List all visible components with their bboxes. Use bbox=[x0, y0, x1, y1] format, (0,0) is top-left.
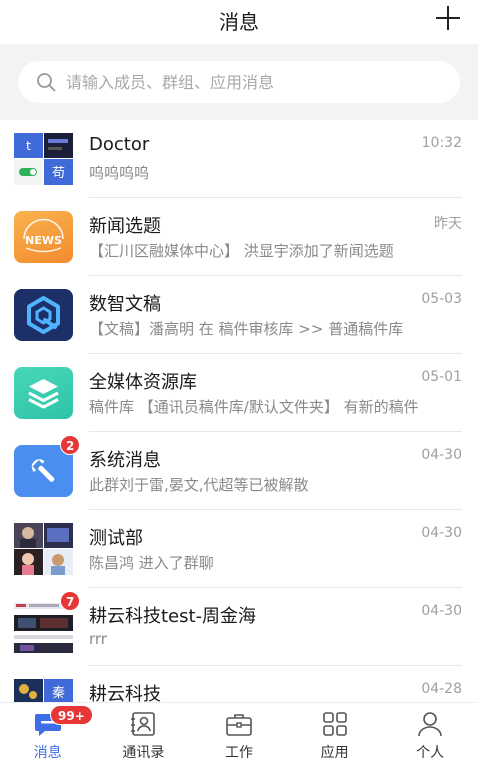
conversation-preview: 呜呜呜呜 bbox=[89, 164, 150, 182]
unread-count-badge: 99+ bbox=[50, 705, 93, 725]
conversation-name: Doctor bbox=[89, 134, 150, 155]
conversation-item[interactable]: 秦 耕云科技 04-28 bbox=[0, 666, 478, 702]
conversation-name: 耕云科技test-周金海 bbox=[89, 606, 257, 627]
conversation-time: 05-03 bbox=[421, 291, 462, 307]
conversation-item[interactable]: 7 耕云科技test-周金海 04-30 rrr bbox=[0, 588, 478, 666]
conversation-preview: 此群刘于雷,晏文,代超等已被解散 bbox=[89, 476, 309, 494]
avatar-char: 秦 bbox=[52, 686, 65, 701]
unread-badge: 7 bbox=[60, 591, 81, 611]
tab-apps[interactable]: 应用 bbox=[287, 703, 383, 768]
tab-work[interactable]: 工作 bbox=[191, 703, 287, 768]
page-title: 消息 bbox=[219, 10, 259, 34]
conversation-time: 04-30 bbox=[421, 603, 462, 619]
conversation-time: 04-30 bbox=[421, 525, 462, 541]
tab-messages[interactable]: 99+ 消息 bbox=[0, 703, 96, 768]
conversation-preview: rrr bbox=[89, 630, 107, 648]
unread-badge: 2 bbox=[60, 435, 81, 455]
bottom-tab-bar: 99+ 消息 通讯录 工作 应用 个人 bbox=[0, 702, 478, 768]
search-input[interactable] bbox=[66, 61, 446, 103]
conversation-preview: 【文稿】潘高明 在 稿件审核库 >> 普通稿件库 bbox=[89, 320, 404, 338]
tab-contacts[interactable]: 通讯录 bbox=[96, 703, 192, 768]
conversation-name: 数智文稿 bbox=[89, 294, 161, 315]
conversation-time: 04-28 bbox=[421, 681, 462, 697]
tab-label: 应用 bbox=[320, 745, 349, 761]
layers-app-icon bbox=[14, 367, 73, 419]
group-avatar: t 苟 bbox=[14, 133, 73, 185]
search-bar[interactable] bbox=[18, 61, 460, 103]
search-area bbox=[0, 44, 478, 120]
tab-label: 个人 bbox=[416, 745, 445, 761]
conversation-item[interactable]: 2 系统消息 04-30 此群刘于雷,晏文,代超等已被解散 bbox=[0, 432, 478, 510]
conversation-time: 04-30 bbox=[421, 447, 462, 463]
manuscript-app-icon bbox=[14, 289, 73, 341]
conversation-preview: 陈昌鸿 进入了群聊 bbox=[89, 554, 214, 572]
conversation-item[interactable]: 测试部 04-30 陈昌鸿 进入了群聊 bbox=[0, 510, 478, 588]
avatar-text: NEWS bbox=[25, 234, 62, 247]
search-icon bbox=[37, 73, 56, 92]
add-icon[interactable] bbox=[436, 6, 460, 30]
group-avatar: 秦 bbox=[14, 679, 73, 702]
top-bar: 消息 bbox=[0, 0, 478, 44]
conversation-preview: 稿件库 【通讯员稿件库/默认文件夹】 有新的稿件 bbox=[89, 398, 419, 416]
conversation-item[interactable]: t 苟 Doctor 10:32 呜呜呜呜 bbox=[0, 120, 478, 198]
conversation-time: 05-01 bbox=[421, 369, 462, 385]
conversation-name: 耕云科技 bbox=[89, 684, 161, 702]
conversation-item[interactable]: 数智文稿 05-03 【文稿】潘高明 在 稿件审核库 >> 普通稿件库 bbox=[0, 276, 478, 354]
avatar-char: t bbox=[26, 139, 31, 153]
conversation-item[interactable]: NEWS 新闻选题 昨天 【汇川区融媒体中心】 洪显宇添加了新闻选题 bbox=[0, 198, 478, 276]
tab-label: 工作 bbox=[224, 745, 253, 761]
conversation-list: t 苟 Doctor 10:32 呜呜呜呜 NEWS 新闻选题 昨天 【汇川区融… bbox=[0, 120, 478, 702]
avatar-char: 苟 bbox=[52, 166, 65, 181]
contacts-book-icon bbox=[131, 712, 156, 736]
conversation-name: 新闻选题 bbox=[89, 216, 161, 237]
group-avatar: 7 bbox=[14, 591, 81, 653]
conversation-time: 昨天 bbox=[434, 216, 462, 232]
group-avatar bbox=[14, 523, 73, 575]
conversation-time: 10:32 bbox=[421, 135, 462, 151]
apps-grid-icon bbox=[322, 712, 347, 736]
news-app-icon: NEWS bbox=[14, 211, 73, 263]
conversation-name: 系统消息 bbox=[89, 450, 161, 471]
conversation-name: 测试部 bbox=[89, 528, 143, 549]
tab-profile[interactable]: 个人 bbox=[382, 703, 478, 768]
person-icon bbox=[418, 712, 442, 737]
conversation-name: 全媒体资源库 bbox=[89, 372, 197, 393]
tab-label: 通讯录 bbox=[122, 745, 165, 761]
wrench-app-icon: 2 bbox=[14, 435, 81, 497]
conversation-item[interactable]: 全媒体资源库 05-01 稿件库 【通讯员稿件库/默认文件夹】 有新的稿件 bbox=[0, 354, 478, 432]
tab-label: 消息 bbox=[33, 745, 62, 761]
briefcase-icon bbox=[226, 714, 252, 736]
conversation-preview: 【汇川区融媒体中心】 洪显宇添加了新闻选题 bbox=[89, 242, 394, 260]
